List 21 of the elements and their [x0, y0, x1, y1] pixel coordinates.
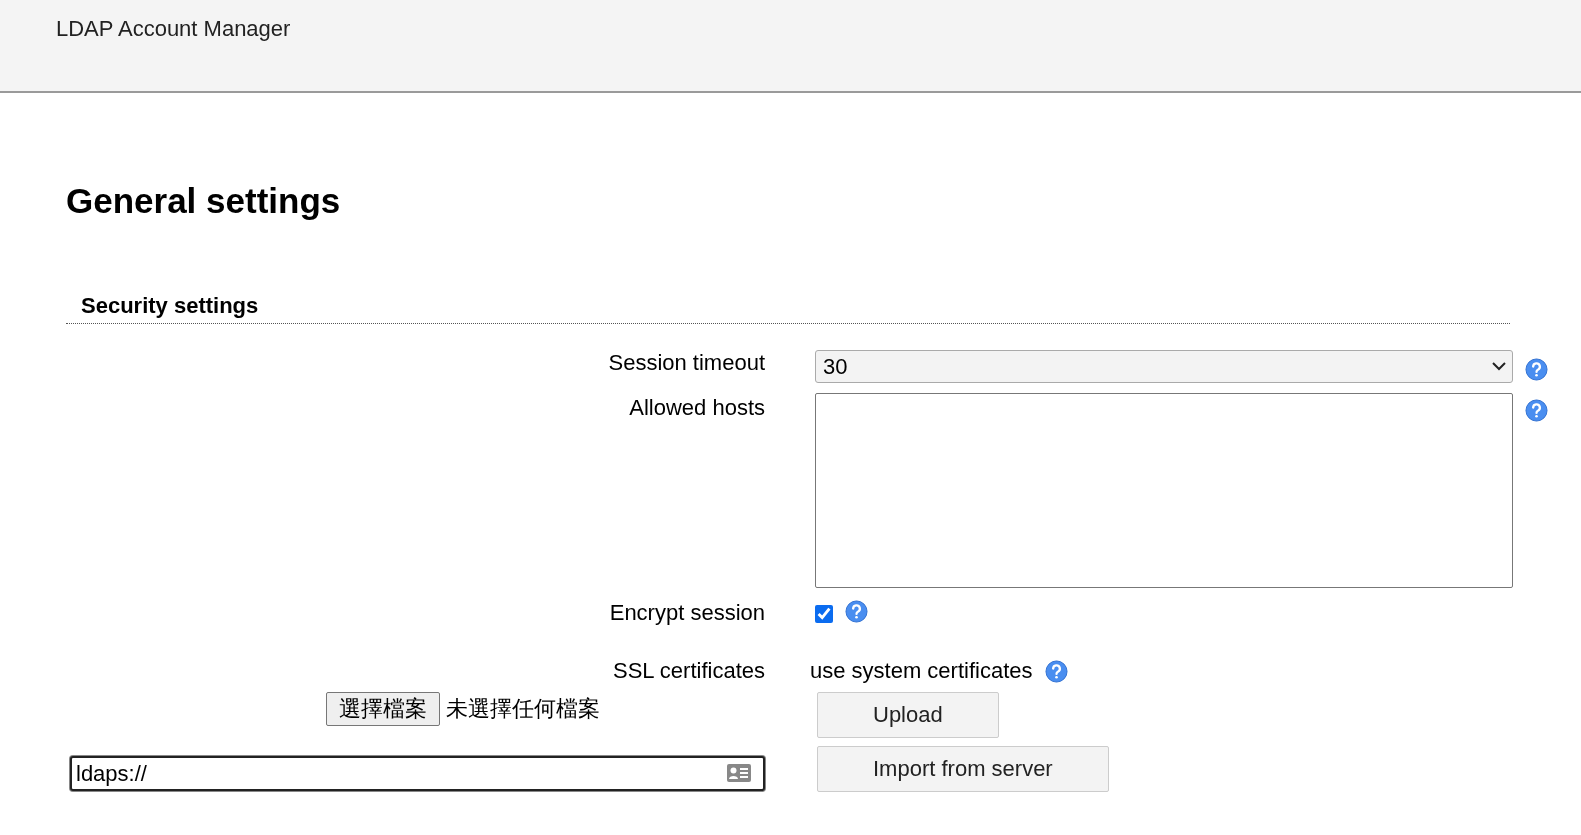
- help-icon[interactable]: [1044, 659, 1068, 683]
- server-url-field[interactable]: ldaps://: [70, 756, 765, 791]
- help-icon[interactable]: [1525, 399, 1548, 422]
- app-title: LDAP Account Manager: [56, 16, 291, 41]
- session-timeout-select[interactable]: 30: [815, 350, 1513, 383]
- upload-button[interactable]: Upload: [817, 692, 999, 738]
- help-icon[interactable]: [845, 600, 868, 623]
- setting-value: use system certificates: [810, 658, 1033, 684]
- encrypt-session-checkbox[interactable]: [815, 604, 833, 623]
- section-title: Security settings: [81, 293, 259, 318]
- choose-file-button[interactable]: 選擇檔案: [326, 692, 440, 726]
- contact-card-icon: [727, 764, 751, 782]
- import-from-server-button[interactable]: Import from server: [817, 746, 1109, 792]
- chevron-down-icon: [1492, 362, 1506, 371]
- file-status: 未選擇任何檔案: [446, 695, 600, 723]
- setting-label: Allowed hosts: [629, 394, 765, 421]
- setting-label: Session timeout: [608, 350, 765, 376]
- setting-label: SSL certificates: [612, 657, 765, 684]
- page-title: General settings: [66, 181, 342, 221]
- help-icon[interactable]: [1525, 358, 1548, 381]
- setting-label: Encrypt session: [609, 599, 765, 626]
